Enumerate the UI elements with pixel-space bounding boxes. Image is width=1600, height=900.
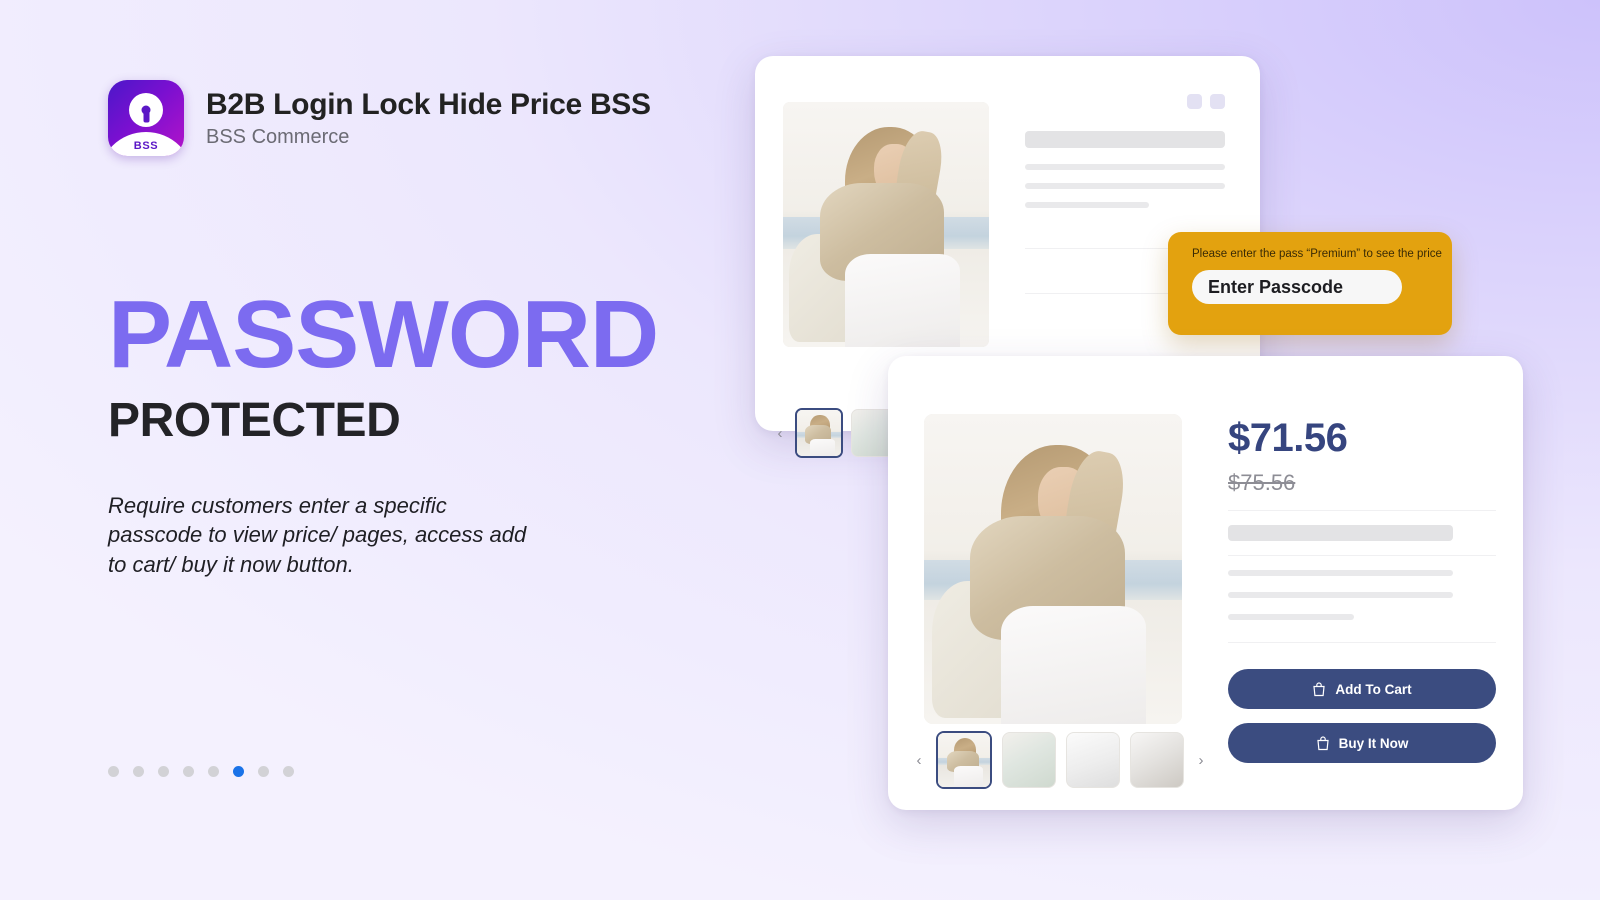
thumbnail-image <box>938 733 990 787</box>
photo-model-pants <box>1001 606 1146 724</box>
carousel-dot[interactable] <box>133 766 144 777</box>
passcode-input[interactable]: Enter Passcode <box>1192 270 1402 304</box>
thumbnail-prev-icon[interactable]: ‹ <box>912 752 926 769</box>
shopping-bag-icon <box>1316 735 1329 750</box>
swatch-chip[interactable] <box>1187 94 1202 109</box>
photo-model-pants <box>844 253 961 347</box>
carousel-dot[interactable] <box>158 766 169 777</box>
carousel-dot[interactable] <box>183 766 194 777</box>
skeleton-line <box>1025 164 1225 170</box>
thumbnail-strip-back[interactable]: ‹ <box>773 408 897 458</box>
vendor-name: BSS Commerce <box>206 125 350 148</box>
product-info-panel: $71.56 $75.56 Add To Cart Buy It Now <box>1228 418 1496 763</box>
skeleton-line <box>1228 614 1354 620</box>
product-detail-card: ‹ › $71.56 $75.56 Add To Cart Buy It Now <box>888 356 1523 810</box>
brand-header: BSS B2B Login Lock Hide Price BSS BSS Co… <box>108 80 748 156</box>
buy-it-now-label: Buy It Now <box>1338 735 1409 751</box>
thumbnail-image <box>797 410 841 456</box>
thumbnail-item[interactable] <box>1002 732 1056 788</box>
product-image-back[interactable] <box>783 102 989 347</box>
product-image-front[interactable] <box>924 414 1182 724</box>
passcode-prompt-card: Please enter the pass “Premium” to see t… <box>1168 232 1452 335</box>
price-current: $71.56 <box>1228 416 1348 460</box>
shopping-bag-icon <box>1313 681 1326 696</box>
carousel-dot[interactable] <box>283 766 294 777</box>
thumbnail-prev-icon[interactable]: ‹ <box>773 425 787 442</box>
buy-it-now-button[interactable]: Buy It Now <box>1228 723 1496 763</box>
carousel-dot[interactable] <box>208 766 219 777</box>
slide-background: BSS B2B Login Lock Hide Price BSS BSS Co… <box>0 0 1600 900</box>
app-title: B2B Login Lock Hide Price BSS <box>206 87 651 121</box>
thumbnail-next-icon[interactable]: › <box>1194 752 1208 769</box>
skeleton-line <box>1228 570 1454 576</box>
divider <box>1228 642 1496 643</box>
headline-secondary: PROTECTED <box>108 394 401 448</box>
skeleton-title-bar <box>1228 525 1454 541</box>
swatch-chip[interactable] <box>1210 94 1225 109</box>
divider <box>1228 555 1496 556</box>
divider <box>1228 510 1496 511</box>
skeleton-line <box>1228 592 1454 598</box>
thumbnail-item[interactable] <box>936 731 992 789</box>
carousel-dot[interactable] <box>258 766 269 777</box>
add-to-cart-button[interactable]: Add To Cart <box>1228 669 1496 709</box>
photo-model-pants <box>810 438 835 456</box>
skeleton-title-bar <box>1025 131 1225 148</box>
logo-wordmark: BSS <box>133 140 159 152</box>
carousel-dot[interactable] <box>108 766 119 777</box>
skeleton-line <box>1025 183 1225 189</box>
thumbnail-item[interactable] <box>795 408 843 458</box>
swatch-chip-row[interactable] <box>1025 94 1225 109</box>
headline-block: PASSWORD PROTECTED Require customers ent… <box>108 281 748 579</box>
thumbnail-item[interactable] <box>1130 732 1184 788</box>
hero-content: BSS B2B Login Lock Hide Price BSS BSS Co… <box>108 80 748 579</box>
thumbnail-strip-front[interactable]: ‹ › <box>912 731 1208 789</box>
price-compare-at: $75.56 <box>1228 470 1296 495</box>
carousel-pagination[interactable] <box>108 766 294 777</box>
app-logo: BSS <box>108 80 184 156</box>
brand-title-block: B2B Login Lock Hide Price BSS BSS Commer… <box>206 88 651 149</box>
add-to-cart-label: Add To Cart <box>1335 681 1412 697</box>
carousel-dot[interactable] <box>233 766 244 777</box>
thumbnail-item[interactable] <box>1066 732 1120 788</box>
skeleton-line <box>1025 202 1149 208</box>
hero-description: Require customers enter a specific passc… <box>108 492 527 577</box>
photo-model-pants <box>953 766 983 787</box>
keyhole-shape <box>141 105 151 115</box>
passcode-instruction-label: Please enter the pass “Premium” to see t… <box>1192 248 1442 260</box>
headline-primary: PASSWORD <box>108 281 659 388</box>
